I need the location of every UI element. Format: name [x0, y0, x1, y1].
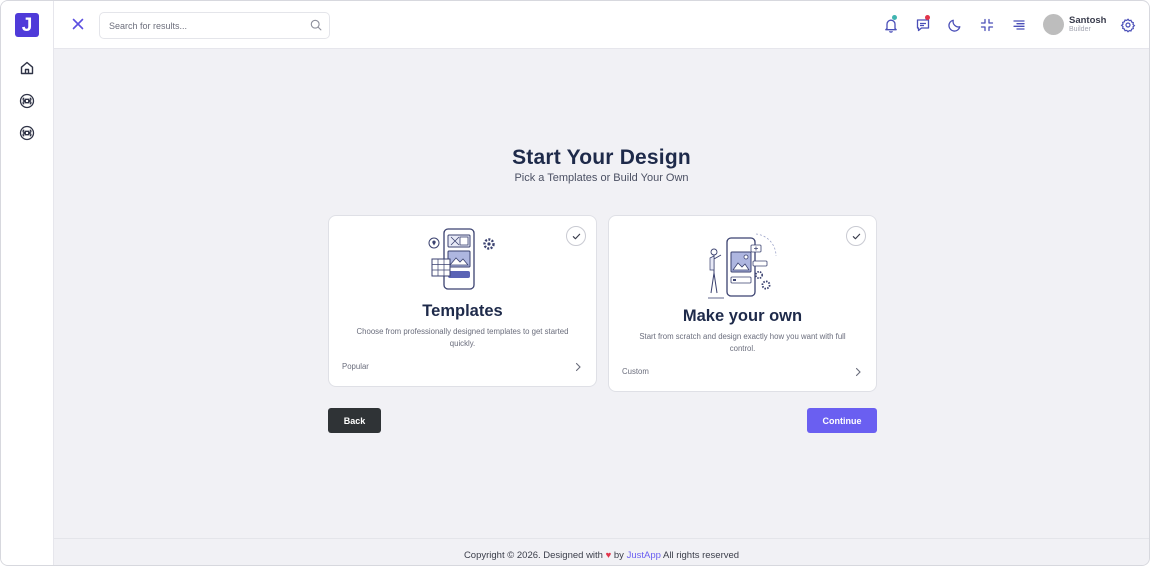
command-icon[interactable]	[19, 93, 35, 109]
card-description: Start from scratch and design exactly ho…	[639, 332, 846, 353]
page-title: Start Your Design	[512, 146, 691, 169]
back-button[interactable]: Back	[328, 408, 381, 433]
card-tag: Popular	[342, 362, 369, 371]
chevron-right-icon[interactable]	[854, 367, 862, 377]
footer-rights: All rights reserved	[663, 550, 740, 561]
card-description: Choose from professionally designed temp…	[356, 327, 569, 348]
select-check[interactable]	[846, 226, 866, 246]
notification-dot	[892, 15, 897, 20]
templates-illustration-icon	[428, 228, 495, 290]
chevron-right-icon[interactable]	[574, 362, 582, 372]
sidebar: J	[1, 1, 54, 565]
avatar[interactable]	[1043, 14, 1064, 35]
footer-brand-link[interactable]: JustApp	[627, 550, 661, 561]
card-tag: Custom	[622, 367, 649, 376]
make-your-own-card[interactable]: Make your own Start from scratch and des…	[608, 215, 877, 392]
close-icon[interactable]	[70, 16, 86, 32]
footer-by: by	[613, 550, 624, 561]
page-subtitle: Pick a Templates or Build Your Own	[514, 172, 689, 184]
build-illustration-icon	[708, 233, 777, 299]
user-name[interactable]: Santosh	[1069, 15, 1106, 26]
app-logo[interactable]: J	[15, 13, 39, 37]
command-icon[interactable]	[19, 125, 35, 141]
app-window: J Search for results... Santosh Builder …	[0, 0, 1150, 566]
gear-icon[interactable]	[1120, 17, 1136, 33]
card-title: Templates	[422, 302, 503, 320]
user-role: Builder	[1069, 26, 1091, 33]
footer: Copyright © 2026. Designed with ♥ by Jus…	[54, 538, 1149, 565]
card-title: Make your own	[682, 307, 803, 325]
bell-icon[interactable]	[883, 15, 899, 33]
menu-icon[interactable]	[1011, 17, 1027, 33]
templates-card[interactable]: Templates Choose from professionally des…	[328, 215, 597, 387]
moon-icon[interactable]	[947, 17, 963, 33]
search-input[interactable]	[109, 18, 299, 34]
search-box	[99, 12, 330, 39]
footer-copyright: Copyright © 2026. Designed with	[463, 550, 603, 561]
heart-icon: ♥	[605, 550, 612, 561]
minimize-icon[interactable]	[979, 17, 995, 33]
home-icon[interactable]	[19, 60, 35, 76]
select-check[interactable]	[566, 226, 586, 246]
message-dot	[925, 15, 930, 20]
message-icon[interactable]	[915, 15, 931, 33]
continue-button[interactable]: Continue	[807, 408, 877, 433]
top-header: Santosh Builder	[54, 1, 1149, 49]
search-icon[interactable]	[310, 19, 322, 31]
